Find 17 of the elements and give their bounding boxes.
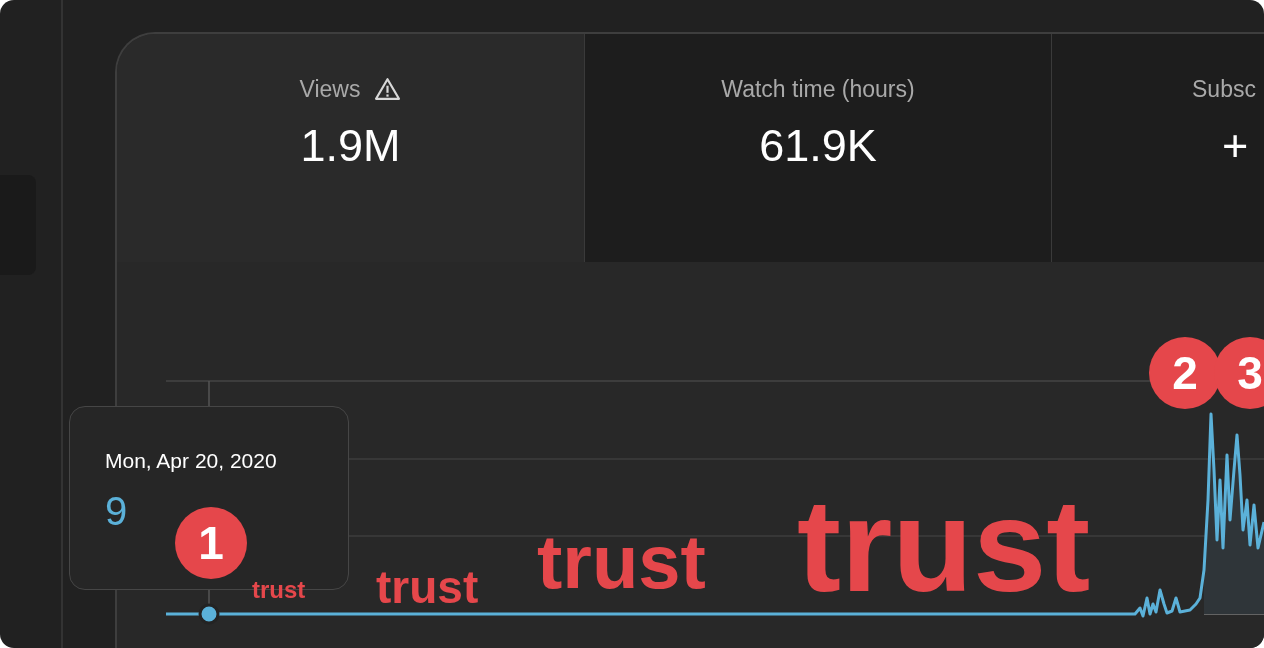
metric-tab[interactable]: Subsc + (1052, 34, 1264, 262)
metric-label: Views (299, 75, 361, 103)
metric-value: 1.9M (300, 120, 401, 172)
metric-label: Subsc (1192, 75, 1256, 103)
annotation-text: trust (376, 564, 479, 610)
number-badge: 3 (1214, 337, 1264, 409)
chart-point-marker (198, 603, 220, 625)
annotation-text: trust (797, 480, 1091, 612)
metric-tab[interactable]: Watch time (hours) 61.9K (585, 34, 1052, 262)
tooltip-value: 9 (105, 489, 128, 534)
tooltip-date: Mon, Apr 20, 2020 (105, 449, 277, 473)
metric-tab[interactable]: Views 1.9M (117, 34, 585, 262)
annotation-text: trust (252, 578, 306, 602)
annotation-text: trust (537, 524, 706, 600)
metric-value: + (1222, 120, 1249, 172)
metric-value: 61.9K (759, 120, 877, 172)
metric-label: Watch time (hours) (721, 75, 915, 103)
